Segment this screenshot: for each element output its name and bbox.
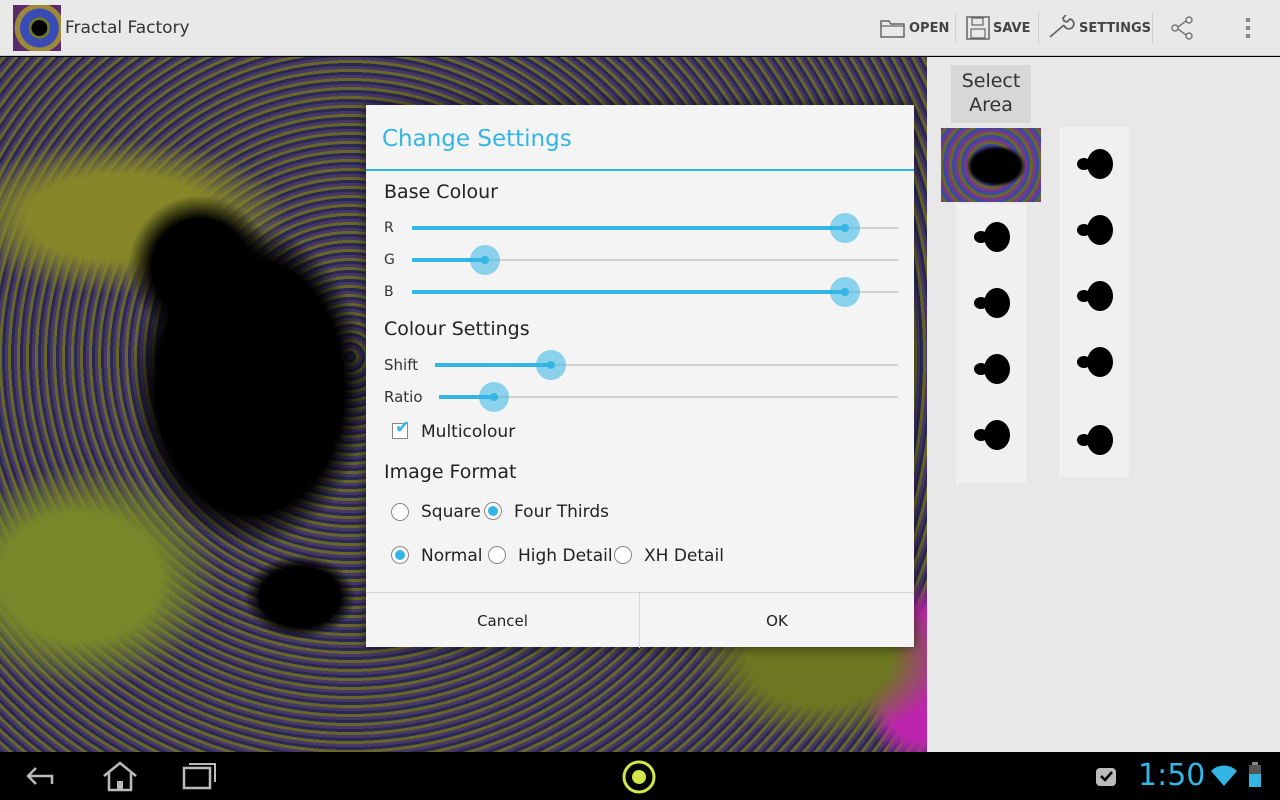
r-slider[interactable] [412,213,898,243]
four-thirds-label[interactable]: Four Thirds [514,502,609,522]
g-label: G [384,252,395,268]
change-settings-dialog: Change Settings Base Colour R G B Colour… [366,105,914,648]
square-label[interactable]: Square [421,502,481,522]
ok-button[interactable]: OK [640,593,914,648]
square-radio[interactable] [391,503,409,521]
ratio-label: Ratio [384,388,423,406]
save-button[interactable]: SAVE [965,12,1030,44]
multicolour-label[interactable]: Multicolour [421,422,515,442]
share-icon [1171,16,1193,40]
b-slider[interactable] [412,277,898,307]
action-bar: Fractal Factory OPEN SAVE SETTINGS [0,0,1280,56]
task-check-icon [1096,768,1116,786]
ratio-slider[interactable] [439,382,898,412]
normal-radio[interactable] [391,546,409,564]
notification-button[interactable] [1094,764,1120,796]
system-nav-bar [0,752,1280,800]
four-thirds-radio[interactable] [484,502,502,520]
target-circle-icon [622,760,656,794]
wifi-status [1210,764,1238,796]
share-button[interactable] [1168,12,1196,44]
battery-status [1248,762,1262,794]
wifi-icon [1211,765,1237,786]
title-divider [366,169,914,171]
slider-thumb[interactable] [469,245,500,275]
battery-icon [1249,762,1261,787]
cancel-button[interactable]: Cancel [366,593,639,648]
open-button[interactable]: OPEN [879,12,949,44]
slider-thumb[interactable] [479,382,510,412]
checkmark-icon: ✔ [395,417,411,438]
slider-thumb[interactable] [829,277,860,307]
back-icon [26,767,54,785]
app-title: Fractal Factory [65,18,190,38]
settings-label: SETTINGS [1079,20,1152,36]
status-clock: 1:50 [1138,758,1206,793]
wrench-icon [1049,15,1075,38]
slider-thumb[interactable] [829,213,860,243]
high-detail-label[interactable]: High Detail [518,546,613,566]
overflow-menu-button[interactable] [1240,12,1256,44]
divider [955,12,956,44]
b-label: B [384,284,394,300]
recent-apps-icon [182,763,216,790]
image-format-heading: Image Format [384,461,517,483]
shift-slider[interactable] [435,350,898,380]
xh-detail-label[interactable]: XH Detail [644,546,724,566]
recent-apps-button[interactable] [182,760,218,792]
home-button[interactable] [100,760,140,792]
dialog-title: Change Settings [382,126,572,152]
app-drawer-button[interactable] [620,758,658,794]
settings-button[interactable]: SETTINGS [1047,12,1151,44]
colour-settings-heading: Colour Settings [384,318,530,340]
xh-detail-radio[interactable] [614,546,632,564]
slider-thumb[interactable] [535,350,566,380]
divider [1038,12,1039,44]
home-icon [103,761,137,792]
r-label: R [384,220,394,236]
save-label: SAVE [993,20,1031,36]
divider [1152,12,1153,44]
g-slider[interactable] [412,245,898,275]
folder-icon [880,20,905,38]
open-label: OPEN [909,20,950,36]
app-icon[interactable] [13,5,61,51]
more-vertical-icon [1246,18,1250,38]
shift-label: Shift [384,356,419,374]
floppy-disk-icon [966,16,990,40]
base-colour-heading: Base Colour [384,181,498,203]
back-button[interactable] [22,760,58,792]
multicolour-checkbox[interactable]: ✔ [392,418,410,439]
normal-label[interactable]: Normal [421,546,483,566]
dialog-button-bar: Cancel OK [366,592,914,648]
high-detail-radio[interactable] [488,546,506,564]
